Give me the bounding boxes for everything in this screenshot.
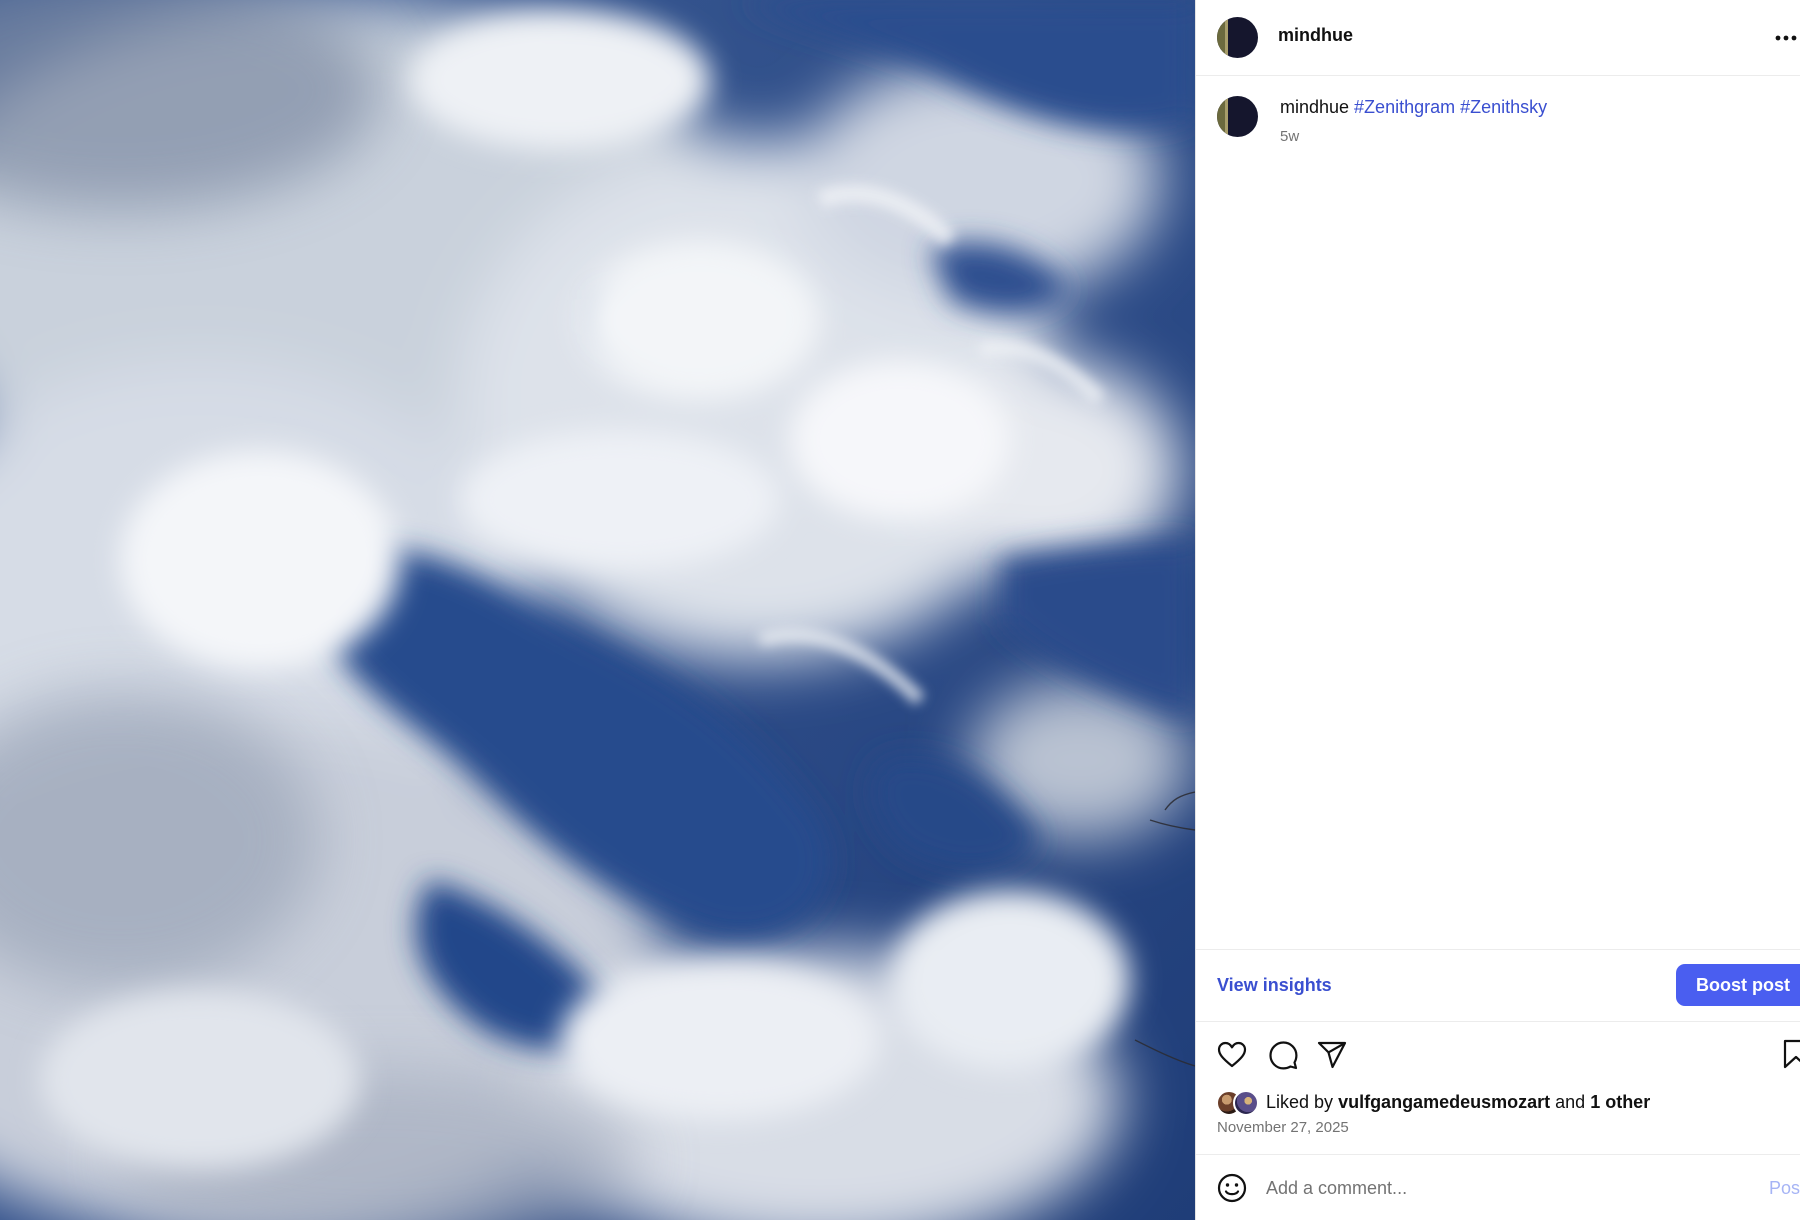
comment-icon[interactable] [1267, 1039, 1299, 1071]
heart-icon[interactable] [1216, 1039, 1248, 1071]
liker-username[interactable]: vulfgangamedeusmozart [1338, 1092, 1550, 1112]
emoji-icon[interactable] [1216, 1172, 1248, 1204]
author-avatar[interactable] [1217, 17, 1258, 58]
likes-joiner: and [1555, 1092, 1586, 1112]
liker-avatars[interactable] [1216, 1090, 1266, 1116]
divider [1196, 1021, 1800, 1022]
likes-summary: Liked by vulfgangamedeusmozart and 1 oth… [1266, 1092, 1650, 1113]
hashtag-link[interactable]: #Zenithsky [1460, 97, 1547, 117]
share-icon[interactable] [1316, 1039, 1348, 1071]
post-age[interactable]: 5w [1280, 128, 1299, 145]
divider [1196, 949, 1800, 950]
post-comment-button[interactable]: Post [1769, 1178, 1800, 1199]
post-date[interactable]: November 27, 2025 [1217, 1119, 1349, 1136]
comment-input[interactable] [1266, 1174, 1736, 1202]
likes-prefix: Liked by [1266, 1092, 1334, 1112]
caption-text: mindhue #Zenithgram #Zenithsky [1280, 97, 1552, 118]
post-modal: mindhue mindhue #Zenithgram #Zenithsky 5w … [0, 0, 1800, 1220]
author-username[interactable]: mindhue [1278, 25, 1353, 46]
view-insights-link[interactable]: View insights [1217, 975, 1332, 996]
post-photo[interactable] [0, 0, 1195, 1220]
post-side-panel: mindhue mindhue #Zenithgram #Zenithsky 5w … [1195, 0, 1800, 1220]
caption-username[interactable]: mindhue [1280, 97, 1349, 117]
hashtag-link[interactable]: #Zenithgram [1354, 97, 1455, 117]
more-horizontal-icon[interactable] [1774, 28, 1800, 48]
bookmark-icon[interactable] [1780, 1038, 1800, 1070]
caption-avatar[interactable] [1217, 96, 1258, 137]
divider [1196, 1154, 1800, 1155]
boost-post-button[interactable]: Boost post [1676, 964, 1800, 1006]
likes-others-link[interactable]: 1 other [1590, 1092, 1650, 1112]
header-divider [1196, 75, 1800, 76]
avatar [1233, 1090, 1259, 1116]
